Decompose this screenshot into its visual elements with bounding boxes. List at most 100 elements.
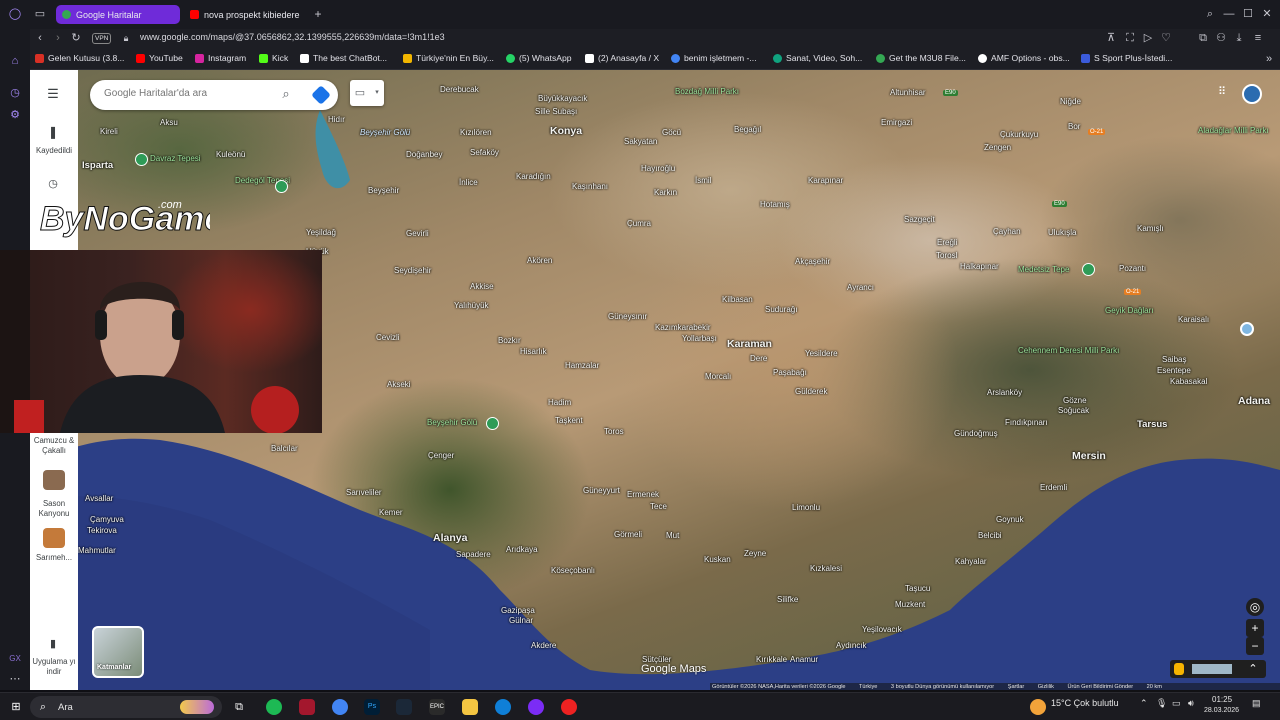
place-belcibi[interactable]: Köseçobanlı — [551, 566, 595, 575]
place-hadim[interactable]: Hadim — [548, 398, 571, 407]
bookmark-ssport[interactable]: S Sport Plus-İstedi... — [1081, 53, 1172, 63]
place-gazipasa[interactable]: Gülnar — [509, 616, 533, 625]
place-arslankoy[interactable]: Arslanköy — [987, 388, 1022, 397]
place-kuleonu[interactable]: Kireli — [100, 127, 118, 136]
bookmark-gmail[interactable]: Gelen Kutusu (3.8... — [35, 53, 124, 63]
park-pin-icon[interactable] — [1082, 263, 1095, 276]
place-begagil[interactable]: Begağıl — [734, 125, 761, 134]
history-icon[interactable]: ◷ — [8, 87, 22, 99]
place-aydincik[interactable]: Kırıkkale — [756, 655, 787, 664]
place-yalihuyuk[interactable]: Yalıhüyük — [454, 301, 489, 310]
vpn-badge[interactable]: VPN — [92, 33, 112, 44]
network-icon[interactable]: ▭ — [1172, 698, 1181, 709]
favorite-heart-icon[interactable]: ♡ — [1159, 32, 1173, 44]
place-sariveliler[interactable]: Güneyyurt — [583, 486, 620, 495]
attribution-terms[interactable]: Şartlar — [1008, 684, 1024, 690]
place-cevizli[interactable]: Cevizli — [376, 333, 400, 342]
place-sudurag[interactable]: Sudurağı — [765, 305, 797, 314]
place-kizkalesi[interactable]: Kahyalar — [955, 557, 987, 566]
place-ismil[interactable]: İsmil — [695, 176, 711, 185]
place-esentepe[interactable]: Esentepe — [1157, 366, 1191, 375]
pin-icon[interactable]: ⊼ — [1104, 32, 1118, 44]
place-hotamis[interactable]: Hotamış — [760, 200, 790, 209]
place-yollarbasi[interactable]: Yollarbaşı — [682, 334, 717, 343]
place-tece[interactable]: Erdemli — [1040, 483, 1067, 492]
directions-icon[interactable] — [311, 85, 331, 105]
place-zengen[interactable]: Zengen — [984, 143, 1011, 152]
download-icon[interactable]: ⤓ — [1232, 32, 1246, 44]
spotify-icon[interactable] — [266, 699, 282, 715]
place-bor[interactable]: Bor — [1068, 122, 1080, 131]
easy-setup-icon[interactable]: ≡ — [1251, 32, 1265, 44]
search-tabs-icon[interactable]: ⌕ — [1203, 8, 1217, 20]
more-dots-icon[interactable]: ⋯ — [8, 673, 22, 685]
place-kahyalar[interactable]: Gazipaşa — [501, 606, 535, 615]
place-tasucu[interactable]: Muzkent — [895, 600, 925, 609]
layers-button[interactable]: Katmanlar — [92, 626, 144, 678]
app-icon[interactable] — [561, 699, 577, 715]
recent-history-icon[interactable]: ◷ — [46, 178, 60, 190]
weather-text[interactable]: 15°C Çok bulutlu — [1051, 698, 1119, 708]
park-pin-icon[interactable] — [275, 180, 288, 193]
scale-label[interactable]: 20 km — [1147, 684, 1162, 690]
attribution-imagery[interactable]: Görüntüler ©2026 NASA,Harita verileri ©2… — [712, 684, 846, 690]
opera-gx-icon[interactable] — [299, 699, 315, 715]
settings-gear-icon[interactable]: ⚙ — [8, 109, 22, 121]
place-yesilovacik[interactable]: Aydıncık — [836, 641, 867, 650]
place-kirikkale[interactable]: Anamur — [790, 655, 818, 664]
place-karaman[interactable]: Karaman — [727, 338, 772, 350]
place-kazimkarabekir[interactable]: Kazımkarabekir — [655, 323, 711, 332]
place-kireli[interactable]: Hidır — [328, 115, 345, 124]
place-doganbey[interactable]: Doğanbey — [406, 150, 442, 159]
place-guneysinir[interactable]: Güneysınır — [608, 312, 647, 321]
place-findikpinari[interactable]: Fındıkpınarı — [1005, 418, 1048, 427]
player-icon[interactable]: ▷ — [1141, 32, 1155, 44]
opera-icon[interactable] — [528, 699, 544, 715]
place-guneyyurt[interactable]: Ermenek — [627, 490, 659, 499]
bookmark-sanat[interactable]: Sanat, Video, Soh... — [773, 53, 862, 63]
place-isparta[interactable]: Isparta — [82, 160, 113, 171]
place-derebucak[interactable]: Derebucak — [440, 85, 479, 94]
minimize-icon[interactable]: — — [1222, 8, 1236, 20]
place-kizilore[interactable]: Kızılören — [460, 128, 492, 137]
clock-time[interactable]: 01:25 — [1212, 695, 1232, 704]
place-akoren[interactable]: Akören — [527, 256, 552, 265]
place-gulderek[interactable]: Gülderek — [795, 387, 827, 396]
close-icon[interactable]: ✕ — [1260, 8, 1274, 20]
place-egirdir[interactable]: Aksu — [160, 118, 178, 127]
place-bozkir[interactable]: Bozkır — [498, 336, 521, 345]
bookmark-saved-icon[interactable]: ❚ — [46, 126, 60, 138]
place-konya[interactable]: Konya — [550, 125, 582, 137]
place-gevirli[interactable]: Gevirli — [406, 229, 429, 238]
tab-google-maps[interactable]: Google Haritalar — [56, 5, 180, 24]
place-kasinhani[interactable]: Kaşınhanı — [572, 182, 608, 191]
place-eregli[interactable]: Ereğli — [937, 238, 957, 247]
volume-icon[interactable]: 🔊︎ — [1188, 698, 1194, 709]
bookmark-kick[interactable]: Kick — [259, 53, 288, 63]
weather-icon[interactable] — [1030, 699, 1046, 715]
chrome-icon[interactable] — [332, 699, 348, 715]
place-seydisehir[interactable]: Seydişehir — [394, 266, 431, 275]
place-aksu[interactable]: Kuleönü — [216, 150, 245, 159]
park-pin-icon[interactable] — [486, 417, 499, 430]
place-kabasakal[interactable]: Kabasakal — [1170, 377, 1207, 386]
place-morcali[interactable]: Morcalı — [705, 372, 731, 381]
place-toros[interactable]: Gündoğmuş — [954, 429, 998, 438]
place-ulukisla[interactable]: Ulukışla — [1048, 228, 1076, 237]
bookmark-chatbot[interactable]: The best ChatBot... — [300, 53, 387, 63]
tab-youtube[interactable]: nova prospekt kibiedere — [184, 5, 308, 24]
place-alanya[interactable]: Alanya — [433, 532, 467, 544]
zoom-out-button[interactable]: − — [1246, 637, 1264, 655]
attribution-country[interactable]: Türkiye — [859, 684, 877, 690]
place-bozdag-park[interactable]: Bozdağ Milli Parkı — [675, 87, 739, 96]
place-karaisali[interactable]: Karaisalı — [1178, 315, 1209, 324]
place-akseki[interactable]: Akseki — [387, 380, 411, 389]
phone-download-icon[interactable]: ▮ — [46, 638, 60, 650]
location-marker-icon[interactable] — [1240, 322, 1254, 336]
place-kuskan[interactable]: Zeyne — [744, 549, 766, 558]
place-yesildere[interactable]: Yesildere — [805, 349, 838, 358]
epic-games-icon[interactable]: EPIC — [429, 699, 445, 715]
tab-island-icon[interactable]: ▭ — [33, 8, 47, 20]
place-colakli[interactable]: Balcılar — [271, 444, 298, 453]
tray-chevron-icon[interactable]: ⌃ — [1140, 698, 1148, 709]
